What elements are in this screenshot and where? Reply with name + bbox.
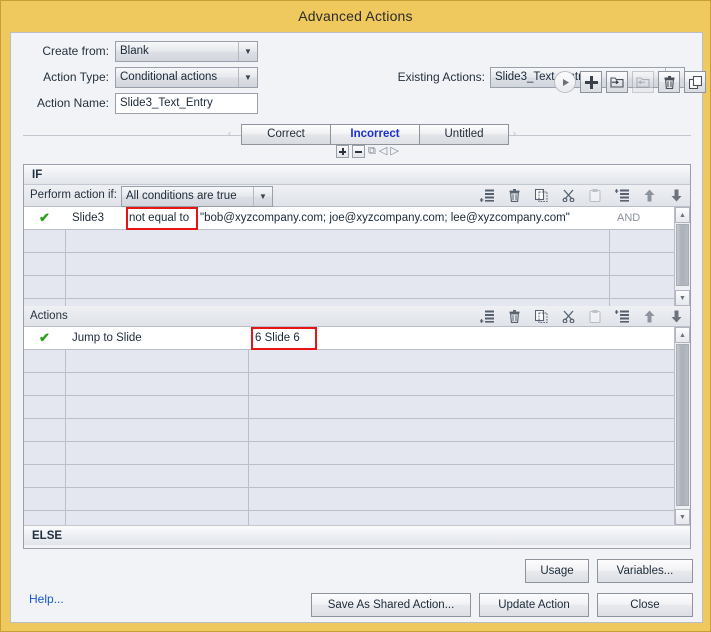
save-as-shared-icon[interactable]: [606, 71, 628, 93]
conditions-scrollbar[interactable]: ▲ ▼: [674, 207, 690, 306]
copy-condition-icon[interactable]: [533, 187, 549, 203]
perform-action-bar: Perform action if: All conditions are tr…: [24, 185, 690, 207]
copy-action-row-icon[interactable]: [533, 308, 549, 324]
action-type-dropdown[interactable]: Conditional actions ▼: [115, 67, 258, 88]
action-name-label: Action Name:: [36, 96, 109, 110]
advanced-actions-window: Advanced Actions Create from: Blank ▼ Ac…: [0, 0, 711, 632]
variables-button[interactable]: Variables...: [597, 559, 693, 583]
condition-operator[interactable]: not equal to: [129, 207, 195, 229]
condition-value[interactable]: "bob@xyzcompany.com; joe@xyzcompany.com;…: [200, 207, 605, 229]
preview-icon[interactable]: [554, 71, 576, 93]
tab-untitled[interactable]: Untitled: [419, 124, 509, 145]
scroll-up-button[interactable]: ▲: [675, 207, 690, 223]
tab-incorrect[interactable]: Incorrect: [330, 124, 420, 145]
tab-next-arrow[interactable]: ›: [513, 128, 516, 138]
actions-toolbar: [554, 71, 706, 93]
close-button[interactable]: Close: [597, 593, 693, 617]
action-type-label: Action Type:: [43, 70, 109, 84]
tab-list: Correct Incorrect Untitled: [241, 124, 509, 145]
scroll-thumb[interactable]: [676, 344, 689, 506]
move-up-icon[interactable]: [641, 308, 657, 324]
previous-tab-button[interactable]: ◁: [379, 145, 387, 158]
perform-action-label: Perform action if:: [30, 189, 117, 201]
scroll-thumb[interactable]: [676, 224, 689, 286]
perform-action-dropdown[interactable]: All conditions are true ▼: [121, 186, 273, 207]
action-target[interactable]: 6 Slide 6: [255, 327, 455, 349]
add-tab-button[interactable]: [336, 145, 349, 158]
conditions-grid[interactable]: ✔ Slide3 not equal to "bob@xyzcompany.co…: [24, 207, 690, 306]
delete-action-row-icon[interactable]: [506, 308, 522, 324]
add-action-row-icon[interactable]: [479, 308, 495, 324]
remove-tab-button[interactable]: [352, 145, 365, 158]
delete-action-icon[interactable]: [658, 71, 680, 93]
condition-empty-row[interactable]: [24, 253, 690, 276]
actions-header: Actions: [30, 310, 68, 322]
delete-condition-icon[interactable]: [506, 187, 522, 203]
help-link[interactable]: Help...: [29, 592, 64, 606]
dialog-client-area: Create from: Blank ▼ Action Type: Condit…: [10, 32, 706, 623]
condition-empty-row[interactable]: [24, 276, 690, 299]
existing-actions-label: Existing Actions:: [397, 70, 485, 84]
move-down-icon[interactable]: [668, 187, 684, 203]
actions-scrollbar[interactable]: ▲ ▼: [674, 327, 690, 525]
save-as-shared-action-button[interactable]: Save As Shared Action...: [311, 593, 471, 617]
next-tab-button[interactable]: ▷: [390, 145, 398, 158]
duplicate-action-icon[interactable]: [684, 71, 706, 93]
action-empty-row[interactable]: [24, 396, 690, 419]
scroll-up-button[interactable]: ▲: [675, 327, 690, 343]
perform-action-value: All conditions are true: [126, 190, 237, 202]
action-empty-row[interactable]: [24, 350, 690, 373]
window-title: Advanced Actions: [298, 8, 413, 24]
action-enabled-checkmark[interactable]: ✔: [24, 327, 65, 349]
action-name[interactable]: Jump to Slide: [72, 327, 242, 349]
create-from-label: Create from:: [42, 44, 109, 58]
tab-correct[interactable]: Correct: [241, 124, 331, 145]
paste-condition-icon: [587, 187, 603, 203]
action-empty-row[interactable]: [24, 419, 690, 442]
condition-enabled-checkmark[interactable]: ✔: [24, 207, 65, 229]
action-name-input[interactable]: Slide3_Text_Entry: [115, 93, 258, 114]
scroll-down-button[interactable]: ▼: [675, 290, 690, 306]
tab-tools: ⧉ ◁ ▷: [336, 145, 399, 158]
chevron-down-icon[interactable]: ▼: [238, 68, 257, 87]
cut-action-row-icon[interactable]: [560, 308, 576, 324]
usage-button[interactable]: Usage: [525, 559, 589, 583]
tab-prev-arrow[interactable]: ‹: [228, 128, 231, 138]
else-header: ELSE: [24, 525, 690, 545]
update-action-button[interactable]: Update Action: [479, 593, 589, 617]
action-empty-row[interactable]: [24, 373, 690, 396]
action-empty-row[interactable]: [24, 488, 690, 511]
condition-join-operator[interactable]: AND: [617, 207, 677, 229]
paste-action-row-icon: [587, 308, 603, 324]
actions-header-bar: Actions: [24, 306, 690, 327]
duplicate-tab-button[interactable]: ⧉: [368, 145, 376, 158]
insert-condition-icon[interactable]: [614, 187, 630, 203]
if-header: IF: [24, 165, 690, 185]
action-empty-row[interactable]: [24, 442, 690, 465]
cut-condition-icon[interactable]: [560, 187, 576, 203]
add-condition-icon[interactable]: [479, 187, 495, 203]
scroll-down-button[interactable]: ▼: [675, 509, 690, 525]
action-type-value: Conditional actions: [120, 71, 218, 83]
create-from-value: Blank: [120, 45, 149, 57]
add-action-icon[interactable]: [580, 71, 602, 93]
conditions-panel: IF Perform action if: All conditions are…: [23, 164, 691, 549]
condition-row-tools: [479, 187, 684, 203]
action-row-tools: [479, 308, 684, 324]
import-shared-icon: [632, 71, 654, 93]
action-row[interactable]: ✔ Jump to Slide 6 Slide 6: [24, 327, 690, 350]
create-from-dropdown[interactable]: Blank ▼: [115, 41, 258, 62]
chevron-down-icon[interactable]: ▼: [238, 42, 257, 61]
chevron-down-icon[interactable]: ▼: [253, 187, 272, 206]
tab-strip: ‹ Correct Incorrect Untitled ›: [23, 124, 691, 146]
condition-variable[interactable]: Slide3: [72, 207, 127, 229]
action-empty-row[interactable]: [24, 465, 690, 488]
condition-row[interactable]: ✔ Slide3 not equal to "bob@xyzcompany.co…: [24, 207, 690, 230]
actions-grid[interactable]: ✔ Jump to Slide 6 Slide 6 ▲ ▼: [24, 327, 690, 525]
insert-action-row-icon[interactable]: [614, 308, 630, 324]
move-up-icon[interactable]: [641, 187, 657, 203]
move-down-icon[interactable]: [668, 308, 684, 324]
condition-empty-row[interactable]: [24, 230, 690, 253]
